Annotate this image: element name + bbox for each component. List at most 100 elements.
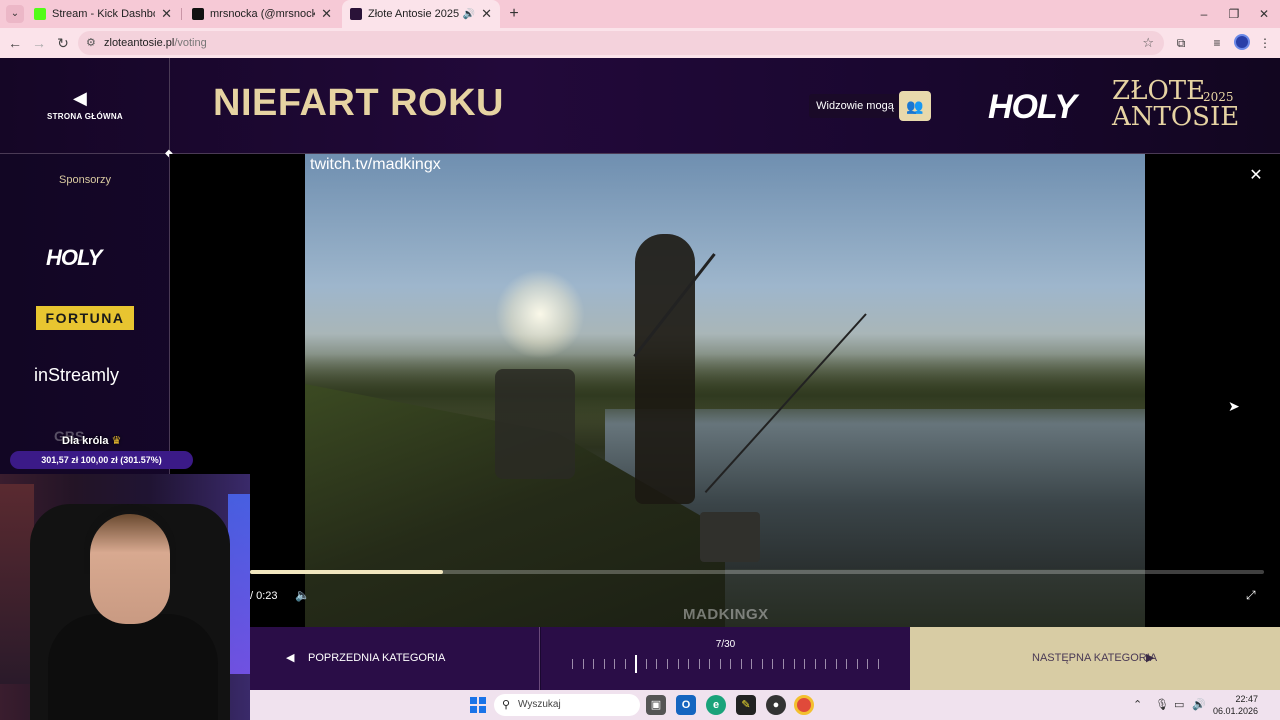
media-icon[interactable]: ≡ <box>1208 34 1226 52</box>
category-tick <box>730 659 732 669</box>
arrow-right-icon: ▶ <box>1146 652 1155 664</box>
category-tick <box>783 659 785 669</box>
category-tick <box>740 659 742 669</box>
category-tick <box>698 659 700 669</box>
bookmark-star-icon[interactable]: ☆ <box>1142 35 1154 51</box>
reload-icon[interactable]: ↻ <box>54 34 72 52</box>
tab-search-icon[interactable]: ⌄ <box>6 5 24 23</box>
edge-icon[interactable]: e <box>706 695 726 715</box>
browser-tab-strip: ⌄ Stream - Kick Dashboard ✕ mrsnocka (@m… <box>0 0 1280 28</box>
address-bar[interactable]: ⚙ zloteantosie.pl/voting ☆ <box>78 31 1164 55</box>
obs-icon[interactable]: ● <box>766 695 786 715</box>
back-icon[interactable]: ← <box>6 34 24 52</box>
sponsors-title: Sponsorzy <box>59 174 111 186</box>
restore-icon[interactable]: ❐ <box>1218 0 1250 28</box>
category-progress: 7/30 <box>541 627 910 690</box>
video-scene-bucket <box>700 512 760 562</box>
webcam-overlay <box>0 474 250 720</box>
webcam-shelf <box>0 484 34 684</box>
taskbar-search[interactable]: ⚲ Wyszukaj <box>494 694 640 716</box>
url-text[interactable]: zloteantosie.pl/voting <box>104 37 207 49</box>
category-tick <box>645 659 647 669</box>
logo-year: 2025 <box>1203 90 1234 104</box>
sponsor-holy-logo[interactable]: HOLY <box>46 245 102 271</box>
site-info-icon[interactable]: ⚙ <box>86 36 96 49</box>
browser-toolbar: ← → ↻ ⚙ zloteantosie.pl/voting ☆ ⧉ ≡ ⋮ <box>0 28 1280 58</box>
microphone-icon[interactable]: 🎙 <box>1155 698 1169 711</box>
extensions-icon[interactable]: ⧉ <box>1172 34 1190 52</box>
category-tick <box>761 659 763 669</box>
donation-goal-bar: 301,57 zł 100,00 zł (301.57%) <box>10 451 193 469</box>
windows-start-icon[interactable] <box>470 697 486 713</box>
seek-bar[interactable] <box>250 570 1264 574</box>
video-scene-chair <box>495 369 575 479</box>
minimize-icon[interactable]: – <box>1188 0 1220 28</box>
next-category-button[interactable]: NASTĘPNA KATEGORIA ▶ <box>910 627 1280 690</box>
paint-icon[interactable]: ✎ <box>736 695 756 715</box>
category-title: NIEFART ROKU <box>213 82 504 124</box>
tab-tiktok-profile[interactable]: mrsnocka (@mrsnocka) prowad ✕ <box>184 0 340 28</box>
webcam-streamer-body <box>48 614 218 720</box>
outlook-icon[interactable]: O <box>676 695 696 715</box>
category-tick <box>867 659 869 669</box>
category-tick <box>656 659 658 669</box>
category-tick <box>582 659 584 669</box>
tiktok-favicon-icon <box>192 8 204 20</box>
tab-kick-dashboard[interactable]: Stream - Kick Dashboard ✕ <box>26 0 180 28</box>
close-icon[interactable]: ✕ <box>1248 0 1280 28</box>
category-ticks <box>572 655 882 673</box>
donation-goal-name: Dla króla ♛ <box>62 435 122 447</box>
back-arrow-icon: ◀ <box>73 88 87 108</box>
video-watermark-top: twitch.tv/madkingx <box>310 156 441 173</box>
category-tick <box>772 659 774 669</box>
webcam-rgb-light <box>228 494 250 674</box>
video-player[interactable]: twitch.tv/madkingx MADKINGX ✕ ➤ / 0:23 🔈… <box>170 154 1280 627</box>
close-player-icon[interactable]: ✕ <box>1248 168 1264 184</box>
video-watermark-bottom: MADKINGX <box>683 606 769 623</box>
taskbar-clock[interactable]: 22:47 06.01.2026 <box>1208 693 1258 717</box>
speaker-icon[interactable]: 🔊 <box>1192 698 1206 711</box>
category-tick <box>751 659 753 669</box>
close-tab-icon[interactable]: ✕ <box>321 6 332 22</box>
category-tick <box>846 659 848 669</box>
new-tab-icon[interactable]: + <box>504 4 524 24</box>
menu-icon[interactable]: ⋮ <box>1256 34 1274 52</box>
crown-icon: ♛ <box>111 435 122 447</box>
category-tick <box>709 659 711 669</box>
category-counter: 7/30 <box>715 639 736 650</box>
network-icon[interactable]: ▭ <box>1174 698 1184 711</box>
category-tick <box>719 659 721 669</box>
video-scene-fisherman <box>635 234 695 504</box>
task-view-icon[interactable]: ▣ <box>646 695 666 715</box>
category-tick <box>688 659 690 669</box>
close-tab-icon[interactable]: ✕ <box>481 6 492 22</box>
viewers-group-icon[interactable]: 👥 <box>899 91 931 121</box>
category-tick <box>624 659 626 669</box>
forward-icon[interactable]: → <box>30 34 48 52</box>
category-tick <box>793 659 795 669</box>
holy-logo: HOLY <box>988 88 1077 126</box>
tab-zlote-antosie[interactable]: Złote Antosie 2025 - Najwię 🔊 ✕ <box>342 0 500 28</box>
tab-divider <box>181 8 182 20</box>
tray-overflow-icon[interactable]: ⌃ <box>1133 698 1142 711</box>
tab-audio-icon[interactable]: 🔊 <box>463 9 475 20</box>
playback-time: / 0:23 <box>250 590 278 602</box>
category-tick <box>593 659 595 669</box>
search-icon: ⚲ <box>502 699 511 711</box>
video-frame[interactable]: twitch.tv/madkingx MADKINGX <box>305 154 1145 627</box>
fullscreen-icon[interactable]: ⤢ <box>1246 588 1256 603</box>
category-tick <box>835 659 837 669</box>
kick-favicon-icon <box>34 8 46 20</box>
zlote-antosie-logo: ZŁOTE ANTOSIE <box>1112 76 1240 132</box>
category-tick <box>878 659 879 669</box>
category-tick <box>603 659 605 669</box>
sponsor-instreamly-logo[interactable]: inStreamly <box>34 365 119 386</box>
home-link[interactable]: ◀ STRONA GŁÓWNA <box>0 58 170 154</box>
chrome-icon[interactable] <box>794 695 814 715</box>
previous-category-button[interactable]: ◀ POPRZEDNIA KATEGORIA <box>250 627 540 690</box>
close-tab-icon[interactable]: ✕ <box>161 6 172 22</box>
profile-icon[interactable] <box>1234 34 1250 50</box>
sponsor-fortuna-logo[interactable]: FORTUNA <box>36 306 134 330</box>
volume-icon[interactable]: 🔈 <box>295 588 310 602</box>
category-tick <box>825 659 827 669</box>
